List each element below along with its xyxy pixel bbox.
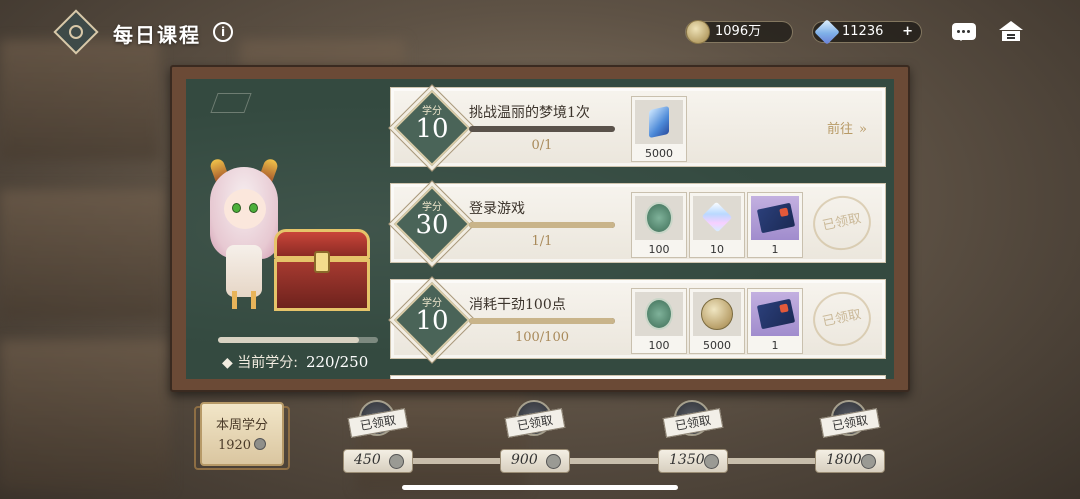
chevrons-right-icon: » [859,122,867,137]
home-indicator[interactable] [402,485,678,490]
chat-icon[interactable] [952,23,976,41]
quest-card: 学分 10 挑战温丽的梦境1次 0/1 5000 前往» [390,87,886,167]
milestone-reward[interactable]: 已领取 [504,400,566,440]
current-score-label: 当前学分: [237,355,298,371]
add-gem-button[interactable]: + [902,22,913,42]
quest-title: 挑战温丽的梦境1次 [469,105,590,121]
reward-amount: 1 [771,243,779,256]
milestone-chip: 900 [500,449,570,473]
score-progress-bar [218,337,378,343]
gold-coin-icon [701,298,733,330]
credit-coin-icon [861,454,876,469]
current-score-value: 220/250 [305,353,369,371]
quest-progress-bar [469,126,615,132]
reward-amount: 10 [710,243,724,256]
coin-counter: 1096万 [685,20,793,44]
milestone-reward[interactable]: 已领取 [347,400,409,440]
quest-card-partial[interactable] [390,375,886,379]
gem-value: 11236 [842,24,884,39]
reward-item[interactable]: 1 [747,288,803,354]
character-panel: ◆ 当前学分: 220/250 [186,79,386,379]
book-icon [756,298,796,330]
crystal-icon [701,201,733,233]
gem-counter: 11236 + [812,19,922,45]
weekly-value: 1920 [200,438,284,453]
weekly-value-number: 1920 [217,438,252,453]
quest-progress-text: 100/100 [514,330,569,345]
reward-item[interactable]: 100 [631,192,687,258]
home-icon[interactable] [999,21,1023,41]
quest-card: 学分 30 登录游戏 1/1 100 10 1 已领取 [390,183,886,263]
claimed-stamp: 已领取 [808,190,876,256]
coin-value: 1096万 [715,24,762,39]
milestone-reward[interactable]: 已领取 [819,400,881,440]
milestone-value: 450 [354,452,381,468]
credit-value: 10 [415,306,449,336]
milestone-value: 900 [511,452,538,468]
quest-progress-text: 0/1 [531,138,553,153]
gem-icon [814,19,840,45]
reward-item[interactable]: 10 [689,192,745,258]
reward-amount: 100 [648,339,670,352]
bg-shelf [0,190,165,320]
reward-amount: 5000 [645,147,673,160]
milestone-value: 1350 [669,452,705,468]
quest-title: 消耗干劲100点 [469,297,566,313]
paper-plane-icon [210,93,252,113]
quest-progress-bar [469,318,615,324]
reward-amount: 5000 [703,339,731,352]
back-logo-icon[interactable] [53,9,99,55]
reward-item[interactable]: 5000 [631,96,687,162]
reward-item[interactable]: 5000 [689,288,745,354]
character-illustration [204,157,284,309]
quest-progress-bar [469,222,615,228]
info-icon[interactable]: i [213,22,233,42]
quest-progress-text: 1/1 [531,234,553,249]
credit-coin-icon [254,438,267,450]
milestone-chip: 1800 [815,449,885,473]
weekly-progress-track [380,458,860,464]
bg-shelf [0,340,170,490]
quest-card: 学分 10 消耗干劲100点 100/100 100 5000 1 已领取 [390,279,886,359]
reward-amount: 100 [648,243,670,256]
chalkboard: ◆ 当前学分: 220/250 学分 10 挑战温丽的梦境1次 0/1 5000 … [186,79,894,379]
milestone-reward[interactable]: 已领取 [662,400,724,440]
goto-label: 前往 [827,122,854,137]
quest-board: ◆ 当前学分: 220/250 学分 10 挑战温丽的梦境1次 0/1 5000 … [170,65,910,392]
weekly-label: 本周学分 [215,418,268,433]
credit-value: 10 [415,114,449,144]
credit-coin-icon [546,454,561,469]
blue-gem-icon [649,105,669,139]
credit-value: 30 [415,210,449,240]
claimed-stamp: 已领取 [808,286,876,352]
reward-item[interactable]: 1 [747,192,803,258]
coin-icon [686,20,710,44]
credit-coin-icon [389,454,404,469]
current-score: ◆ 当前学分: 220/250 [222,353,369,371]
credit-coin-icon [704,454,719,469]
milestone-chip: 450 [343,449,413,473]
quest-title: 登录游戏 [469,201,525,217]
top-bar: 每日课程 i 1096万 11236 + [0,0,1080,62]
weekly-credits-book: 本周学分 1920 [186,396,294,474]
reward-amount: 1 [771,339,779,352]
treasure-chest-icon[interactable] [274,229,370,311]
green-badge-icon [645,202,673,234]
milestone-chip: 1350 [658,449,728,473]
goto-button[interactable]: 前往 » [821,118,867,137]
reward-item[interactable]: 100 [631,288,687,354]
book-icon [756,202,796,234]
page-title: 每日课程 [113,23,201,47]
milestone-value: 1800 [826,452,862,468]
green-badge-icon [645,298,673,330]
